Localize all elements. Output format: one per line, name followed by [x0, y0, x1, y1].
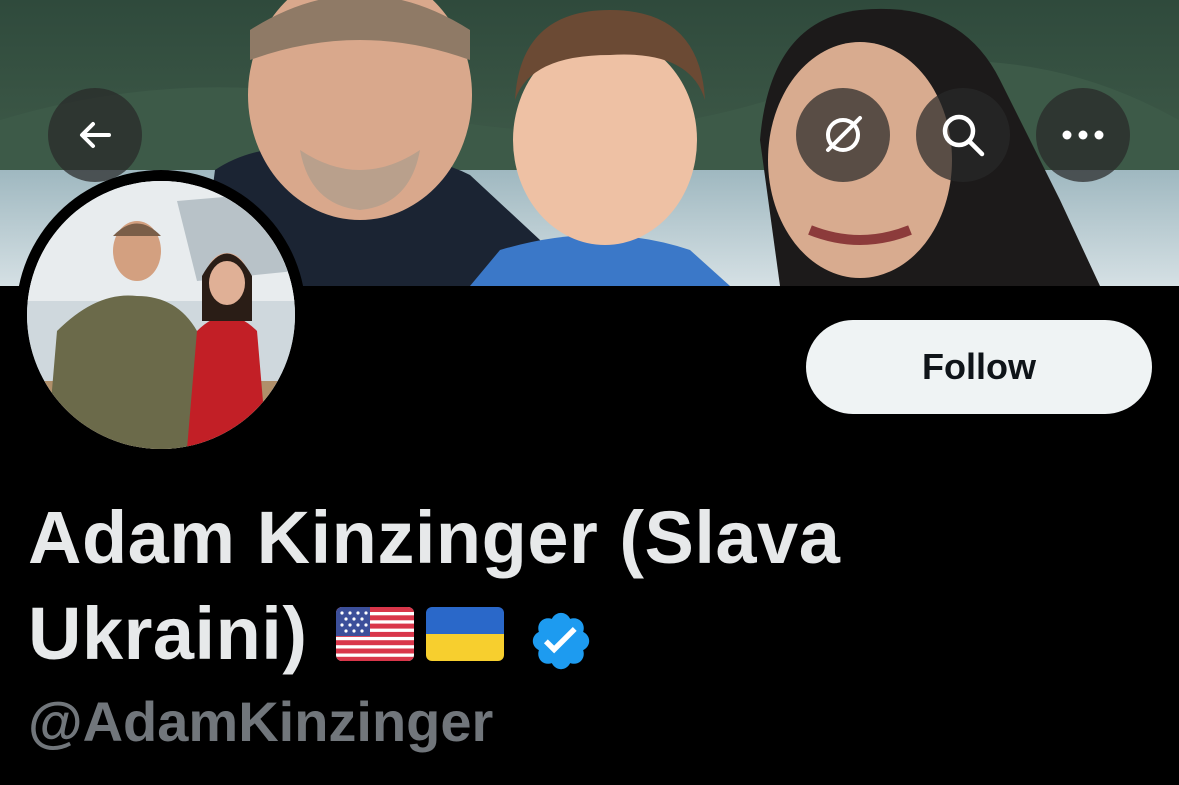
- back-button[interactable]: [48, 88, 142, 182]
- display-name-line2-row: Ukraini): [28, 586, 1028, 682]
- verified-badge-icon[interactable]: [528, 601, 594, 670]
- profile-page: Follow Adam Kinzinger (Slava Ukraini) @A…: [0, 0, 1179, 785]
- grok-icon: [826, 116, 862, 152]
- more-horizontal-icon: [1062, 130, 1104, 140]
- display-name-line1: Adam Kinzinger (Slava: [28, 496, 841, 579]
- more-button[interactable]: [1036, 88, 1130, 182]
- profile-avatar[interactable]: [16, 170, 306, 460]
- avatar-photo: [27, 181, 295, 449]
- us-flag-icon: [335, 607, 414, 661]
- follow-button[interactable]: Follow: [806, 320, 1152, 414]
- grok-button[interactable]: [796, 88, 890, 182]
- search-button[interactable]: [916, 88, 1010, 182]
- display-name-line2: Ukraini): [28, 592, 308, 675]
- ukraine-flag-icon: [425, 607, 504, 661]
- display-name: Adam Kinzinger (Slava Ukraini): [28, 490, 1028, 682]
- arrow-left-icon: [80, 122, 111, 148]
- search-icon: [942, 114, 985, 157]
- user-handle: @AdamKinzinger: [28, 690, 494, 753]
